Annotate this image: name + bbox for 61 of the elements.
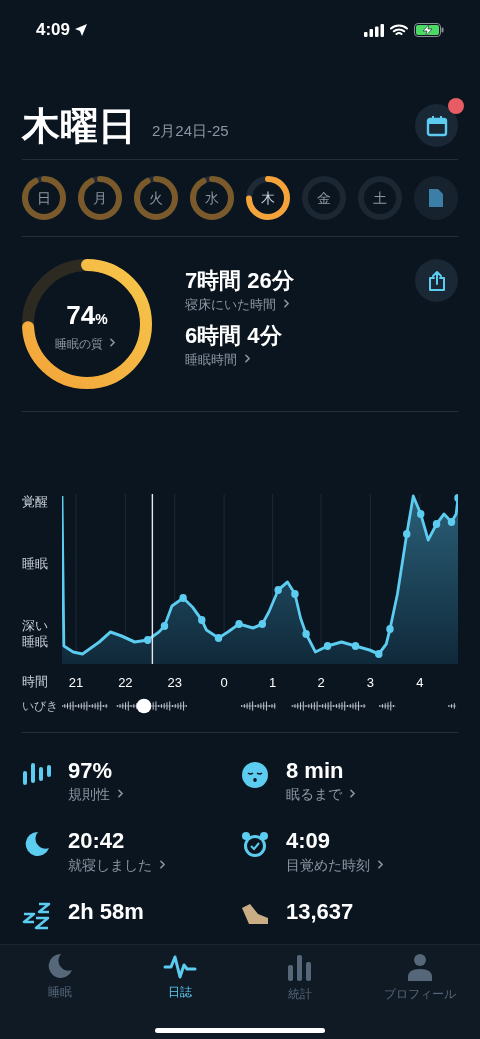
stat-value: 8 min [286, 756, 345, 784]
day-label[interactable]: 土 [373, 187, 387, 209]
day-label[interactable]: 金 [317, 187, 331, 209]
wifi-icon [390, 23, 408, 37]
tab[interactable]: 日誌 [120, 953, 240, 1009]
hour-label: 1 [268, 673, 277, 692]
hour-label: 22 [118, 673, 133, 692]
weekday-title: 木曜日 [22, 106, 136, 145]
stat-value: 2h 58m [68, 897, 144, 925]
alarm-clock-icon [241, 831, 269, 859]
stat-value: 4:09 [286, 827, 332, 855]
status-time: 4:09 [36, 19, 71, 42]
wave-icon [163, 953, 197, 979]
day-label[interactable]: 木 [261, 187, 275, 209]
zzz-icon [22, 901, 52, 930]
stat-link[interactable]: 規則性 [68, 784, 127, 805]
location-arrow-icon [74, 23, 89, 37]
cursor-line[interactable] [151, 494, 154, 664]
bars-icon [22, 760, 52, 787]
day-label[interactable]: 日 [37, 187, 51, 209]
sleeping-face-icon [241, 760, 269, 789]
axis-title: 時間 [22, 673, 49, 691]
quality-score: 74% [66, 298, 108, 332]
stage-label: 睡眠 [22, 555, 49, 572]
day-label[interactable]: 月 [93, 187, 107, 209]
metric-value: 6時間 4分 [185, 322, 283, 350]
stat-value: 13,637 [286, 897, 354, 925]
metric-link[interactable]: 寝床にいた時間 [185, 294, 415, 314]
calendar-icon [425, 114, 448, 137]
shoe-icon [240, 901, 270, 926]
hour-label: 23 [167, 673, 182, 692]
stat-value: 20:42 [68, 827, 126, 855]
stage-label: 深い睡眠 [22, 617, 49, 650]
stage-label: 覚醒 [22, 494, 49, 511]
stat-link[interactable]: 目覚めた時刻 [286, 854, 387, 876]
day-label[interactable]: 火 [149, 187, 163, 209]
share-icon [427, 270, 446, 291]
moon-icon [47, 953, 73, 979]
stat-link[interactable]: 就寝しました [68, 854, 169, 876]
hour-label: 21 [68, 673, 84, 692]
battery-charging-icon [414, 23, 444, 37]
person-icon [407, 953, 433, 981]
hour-label: 0 [220, 673, 228, 692]
document-icon [428, 188, 444, 208]
share-button[interactable] [415, 259, 458, 302]
date-range: 2月24日-25 [152, 121, 229, 141]
metric-value: 7時間 26分 [185, 267, 295, 295]
quality-link[interactable]: 睡眠の質 [54, 334, 120, 353]
calendar-button[interactable] [415, 104, 458, 147]
moon-icon [24, 831, 50, 857]
stat-link[interactable]: 眠るまで [286, 784, 359, 805]
hour-label: 2 [317, 673, 325, 692]
snore-label: いびき [22, 699, 59, 712]
metric-link[interactable]: 睡眠時間 [185, 349, 415, 369]
day-label[interactable]: 水 [205, 187, 219, 209]
hour-label: 4 [416, 673, 424, 692]
report-button[interactable] [414, 176, 458, 220]
stat-value: 97% [68, 756, 114, 784]
bar-chart-icon [287, 953, 313, 981]
hour-label: 3 [366, 673, 374, 692]
signal-icon [364, 23, 384, 37]
